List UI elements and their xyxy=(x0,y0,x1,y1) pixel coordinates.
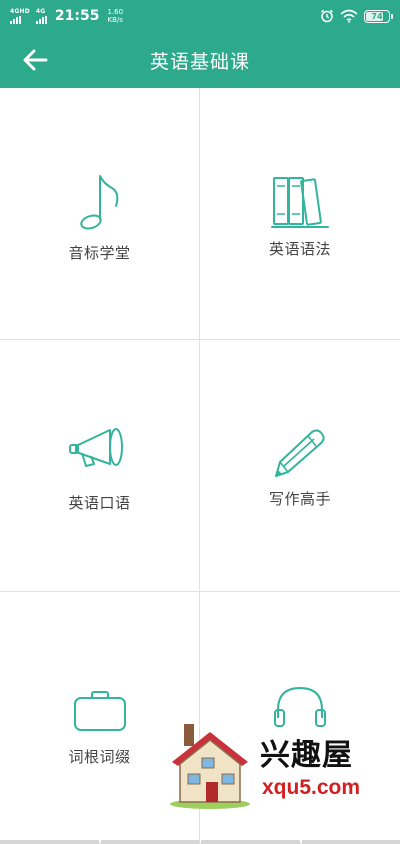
speed-value: 1.60 xyxy=(107,8,124,16)
battery-level: 74 xyxy=(371,11,383,21)
page-title: 英语基础课 xyxy=(149,50,250,73)
clock: 21:55 xyxy=(54,8,100,24)
watermark-text: 兴趣屋 xyxy=(260,738,353,773)
house-logo-icon xyxy=(170,724,250,809)
status-bar: 4GHD 4G 21:55 1.60 KB/s 74 xyxy=(0,0,400,32)
signal-sim2-icon: 4G xyxy=(35,7,47,24)
music-note-icon xyxy=(79,175,118,230)
alarm-icon xyxy=(321,9,333,23)
grid-item-writing[interactable]: 写作高手 xyxy=(200,340,400,592)
books-icon xyxy=(271,177,329,228)
pencil-icon xyxy=(275,429,325,477)
status-left: 4GHD 4G 21:55 1.60 KB/s xyxy=(10,8,123,24)
arrow-left-icon xyxy=(23,49,48,71)
app-bar: 英语基础课 xyxy=(0,32,400,88)
grid-item-label: 写作高手 xyxy=(268,490,331,508)
sim1-label: 4GHD xyxy=(10,7,30,15)
grid-item-speaking[interactable]: 英语口语 xyxy=(0,340,200,592)
speed-unit: KB/s xyxy=(107,16,123,24)
grid-item-label: 英语语法 xyxy=(268,240,331,258)
sim2-label: 4G xyxy=(35,7,46,15)
wifi-icon xyxy=(340,9,358,23)
watermark: 兴趣屋 xqu5.com xyxy=(158,718,398,814)
grid-item-label: 词根词缀 xyxy=(68,748,131,766)
status-right: 74 xyxy=(320,9,393,23)
watermark-url: xqu5.com xyxy=(262,776,361,799)
megaphone-icon xyxy=(68,428,123,467)
grid-item-label: 英语口语 xyxy=(68,494,131,512)
grid-item-label: 音标学堂 xyxy=(68,244,131,262)
grid-item-grammar[interactable]: 英语语法 xyxy=(200,88,400,340)
signal-sim1-icon: 4GHD xyxy=(10,7,30,24)
back-button[interactable] xyxy=(20,46,50,74)
grid-item-phonetics[interactable]: 音标学堂 xyxy=(0,88,200,340)
briefcase-icon xyxy=(73,691,126,731)
battery-icon: 74 xyxy=(364,9,393,23)
bottom-divider xyxy=(0,840,400,844)
network-speed: 1.60 KB/s xyxy=(107,8,123,24)
